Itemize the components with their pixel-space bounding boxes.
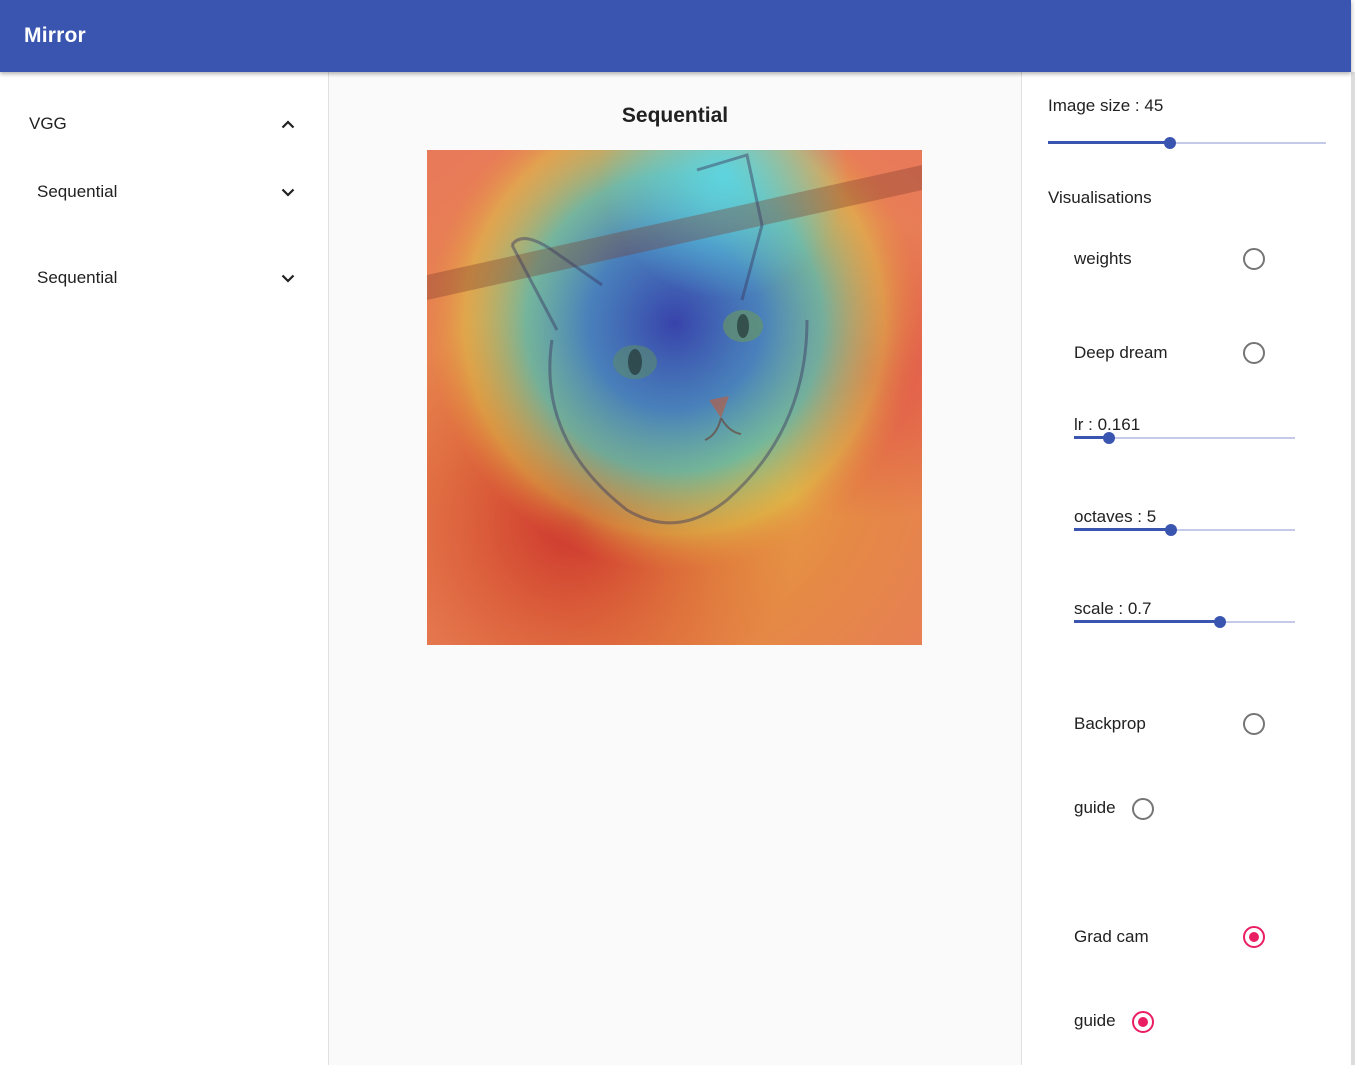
backprop-guide-radio[interactable] xyxy=(1132,798,1154,820)
main-panel: Sequential xyxy=(329,72,1021,1065)
tree-item-label: Sequential xyxy=(37,182,118,201)
chevron-up-icon[interactable] xyxy=(277,113,299,135)
deep-dream-radio[interactable] xyxy=(1243,342,1265,364)
tree-item-label: VGG xyxy=(29,114,67,133)
backprop-radio[interactable] xyxy=(1243,713,1265,735)
backprop-label: Backprop xyxy=(1074,714,1146,733)
tree-item-label: Sequential xyxy=(37,268,118,287)
weights-label: weights xyxy=(1074,249,1132,268)
app-title: Mirror xyxy=(24,24,86,47)
grad-cam-visualisation-image xyxy=(427,150,922,645)
slider-thumb[interactable] xyxy=(1213,616,1226,628)
deep-dream-label: Deep dream xyxy=(1074,343,1168,362)
settings-panel: Image size : 45 Visualisations weights D… xyxy=(1021,72,1355,1065)
grad-cam-guide-radio[interactable] xyxy=(1132,1011,1154,1033)
lr-slider[interactable] xyxy=(1074,428,1295,448)
backprop-guide-label: guide xyxy=(1074,798,1116,817)
scrollbar[interactable] xyxy=(1351,72,1355,1065)
layer-title: Sequential xyxy=(621,104,729,127)
tree-item-sequential-2[interactable]: Sequential xyxy=(37,266,299,290)
scale-slider[interactable] xyxy=(1074,612,1295,632)
grad-cam-radio[interactable] xyxy=(1243,926,1265,948)
visualisations-label: Visualisations xyxy=(1048,188,1152,207)
grad-cam-label: Grad cam xyxy=(1074,927,1149,946)
chevron-down-icon[interactable] xyxy=(277,267,299,289)
weights-radio[interactable] xyxy=(1243,248,1265,270)
slider-fill xyxy=(1074,528,1172,531)
grad-cam-guide-label: guide xyxy=(1074,1011,1116,1030)
tree-item-sequential-1[interactable]: Sequential xyxy=(37,180,299,204)
image-size-slider[interactable] xyxy=(1048,133,1326,153)
image-size-label: Image size : 45 xyxy=(1048,96,1164,115)
app-bar: Mirror xyxy=(0,0,1351,72)
slider-thumb[interactable] xyxy=(1164,137,1177,149)
slider-thumb[interactable] xyxy=(1103,432,1116,444)
slider-fill xyxy=(1048,141,1171,144)
slider-thumb[interactable] xyxy=(1165,524,1178,536)
model-tree-sidebar: VGG Sequential Sequential xyxy=(0,72,329,1065)
chevron-down-icon[interactable] xyxy=(277,181,299,203)
octaves-slider[interactable] xyxy=(1074,520,1295,540)
tree-item-vgg[interactable]: VGG xyxy=(29,112,299,136)
slider-fill xyxy=(1074,620,1220,623)
